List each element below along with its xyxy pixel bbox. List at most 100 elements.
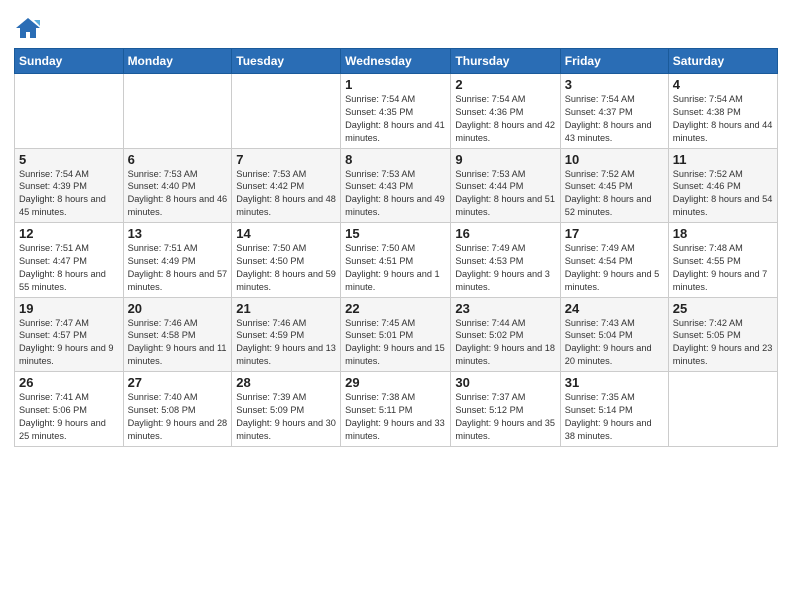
day-info: Sunrise: 7:52 AM Sunset: 4:45 PM Dayligh… xyxy=(565,168,664,220)
weekday-header-wednesday: Wednesday xyxy=(341,49,451,74)
day-number: 4 xyxy=(673,77,773,92)
logo xyxy=(14,14,46,42)
day-info: Sunrise: 7:38 AM Sunset: 5:11 PM Dayligh… xyxy=(345,391,446,443)
calendar-cell: 28Sunrise: 7:39 AM Sunset: 5:09 PM Dayli… xyxy=(232,372,341,447)
day-number: 27 xyxy=(128,375,228,390)
day-info: Sunrise: 7:51 AM Sunset: 4:49 PM Dayligh… xyxy=(128,242,228,294)
page: SundayMondayTuesdayWednesdayThursdayFrid… xyxy=(0,0,792,612)
calendar-cell: 21Sunrise: 7:46 AM Sunset: 4:59 PM Dayli… xyxy=(232,297,341,372)
day-number: 1 xyxy=(345,77,446,92)
calendar-cell: 18Sunrise: 7:48 AM Sunset: 4:55 PM Dayli… xyxy=(668,223,777,298)
day-number: 8 xyxy=(345,152,446,167)
weekday-header-row: SundayMondayTuesdayWednesdayThursdayFrid… xyxy=(15,49,778,74)
calendar-cell: 9Sunrise: 7:53 AM Sunset: 4:44 PM Daylig… xyxy=(451,148,560,223)
day-info: Sunrise: 7:52 AM Sunset: 4:46 PM Dayligh… xyxy=(673,168,773,220)
calendar-cell: 29Sunrise: 7:38 AM Sunset: 5:11 PM Dayli… xyxy=(341,372,451,447)
day-number: 16 xyxy=(455,226,555,241)
day-number: 17 xyxy=(565,226,664,241)
day-info: Sunrise: 7:43 AM Sunset: 5:04 PM Dayligh… xyxy=(565,317,664,369)
day-info: Sunrise: 7:40 AM Sunset: 5:08 PM Dayligh… xyxy=(128,391,228,443)
calendar-cell: 7Sunrise: 7:53 AM Sunset: 4:42 PM Daylig… xyxy=(232,148,341,223)
header xyxy=(14,10,778,42)
weekday-header-sunday: Sunday xyxy=(15,49,124,74)
calendar-cell: 1Sunrise: 7:54 AM Sunset: 4:35 PM Daylig… xyxy=(341,74,451,149)
day-info: Sunrise: 7:35 AM Sunset: 5:14 PM Dayligh… xyxy=(565,391,664,443)
calendar-cell: 14Sunrise: 7:50 AM Sunset: 4:50 PM Dayli… xyxy=(232,223,341,298)
calendar-cell: 15Sunrise: 7:50 AM Sunset: 4:51 PM Dayli… xyxy=(341,223,451,298)
day-number: 20 xyxy=(128,301,228,316)
calendar-cell: 31Sunrise: 7:35 AM Sunset: 5:14 PM Dayli… xyxy=(560,372,668,447)
weekday-header-saturday: Saturday xyxy=(668,49,777,74)
calendar-cell: 6Sunrise: 7:53 AM Sunset: 4:40 PM Daylig… xyxy=(123,148,232,223)
day-info: Sunrise: 7:49 AM Sunset: 4:53 PM Dayligh… xyxy=(455,242,555,294)
calendar-cell: 10Sunrise: 7:52 AM Sunset: 4:45 PM Dayli… xyxy=(560,148,668,223)
day-number: 10 xyxy=(565,152,664,167)
calendar-cell: 19Sunrise: 7:47 AM Sunset: 4:57 PM Dayli… xyxy=(15,297,124,372)
day-info: Sunrise: 7:51 AM Sunset: 4:47 PM Dayligh… xyxy=(19,242,119,294)
day-info: Sunrise: 7:39 AM Sunset: 5:09 PM Dayligh… xyxy=(236,391,336,443)
day-info: Sunrise: 7:54 AM Sunset: 4:39 PM Dayligh… xyxy=(19,168,119,220)
calendar-cell: 2Sunrise: 7:54 AM Sunset: 4:36 PM Daylig… xyxy=(451,74,560,149)
day-info: Sunrise: 7:50 AM Sunset: 4:51 PM Dayligh… xyxy=(345,242,446,294)
day-number: 21 xyxy=(236,301,336,316)
day-info: Sunrise: 7:45 AM Sunset: 5:01 PM Dayligh… xyxy=(345,317,446,369)
weekday-header-thursday: Thursday xyxy=(451,49,560,74)
day-number: 7 xyxy=(236,152,336,167)
calendar-cell: 27Sunrise: 7:40 AM Sunset: 5:08 PM Dayli… xyxy=(123,372,232,447)
day-number: 19 xyxy=(19,301,119,316)
day-number: 15 xyxy=(345,226,446,241)
day-info: Sunrise: 7:41 AM Sunset: 5:06 PM Dayligh… xyxy=(19,391,119,443)
calendar-cell: 22Sunrise: 7:45 AM Sunset: 5:01 PM Dayli… xyxy=(341,297,451,372)
day-info: Sunrise: 7:49 AM Sunset: 4:54 PM Dayligh… xyxy=(565,242,664,294)
weekday-header-friday: Friday xyxy=(560,49,668,74)
day-info: Sunrise: 7:53 AM Sunset: 4:44 PM Dayligh… xyxy=(455,168,555,220)
day-number: 25 xyxy=(673,301,773,316)
day-info: Sunrise: 7:54 AM Sunset: 4:37 PM Dayligh… xyxy=(565,93,664,145)
day-number: 23 xyxy=(455,301,555,316)
day-info: Sunrise: 7:53 AM Sunset: 4:40 PM Dayligh… xyxy=(128,168,228,220)
calendar-cell: 25Sunrise: 7:42 AM Sunset: 5:05 PM Dayli… xyxy=(668,297,777,372)
logo-icon xyxy=(14,14,42,42)
calendar-cell: 30Sunrise: 7:37 AM Sunset: 5:12 PM Dayli… xyxy=(451,372,560,447)
day-info: Sunrise: 7:53 AM Sunset: 4:42 PM Dayligh… xyxy=(236,168,336,220)
calendar-cell xyxy=(232,74,341,149)
day-number: 2 xyxy=(455,77,555,92)
day-info: Sunrise: 7:46 AM Sunset: 4:58 PM Dayligh… xyxy=(128,317,228,369)
calendar-week-2: 5Sunrise: 7:54 AM Sunset: 4:39 PM Daylig… xyxy=(15,148,778,223)
calendar-week-5: 26Sunrise: 7:41 AM Sunset: 5:06 PM Dayli… xyxy=(15,372,778,447)
day-number: 31 xyxy=(565,375,664,390)
day-info: Sunrise: 7:54 AM Sunset: 4:35 PM Dayligh… xyxy=(345,93,446,145)
day-number: 5 xyxy=(19,152,119,167)
calendar-week-4: 19Sunrise: 7:47 AM Sunset: 4:57 PM Dayli… xyxy=(15,297,778,372)
day-number: 28 xyxy=(236,375,336,390)
day-info: Sunrise: 7:37 AM Sunset: 5:12 PM Dayligh… xyxy=(455,391,555,443)
calendar-cell: 16Sunrise: 7:49 AM Sunset: 4:53 PM Dayli… xyxy=(451,223,560,298)
calendar-cell: 11Sunrise: 7:52 AM Sunset: 4:46 PM Dayli… xyxy=(668,148,777,223)
calendar-cell: 24Sunrise: 7:43 AM Sunset: 5:04 PM Dayli… xyxy=(560,297,668,372)
day-number: 11 xyxy=(673,152,773,167)
calendar-table: SundayMondayTuesdayWednesdayThursdayFrid… xyxy=(14,48,778,447)
calendar-cell: 20Sunrise: 7:46 AM Sunset: 4:58 PM Dayli… xyxy=(123,297,232,372)
calendar-cell xyxy=(668,372,777,447)
day-number: 24 xyxy=(565,301,664,316)
day-number: 30 xyxy=(455,375,555,390)
day-info: Sunrise: 7:47 AM Sunset: 4:57 PM Dayligh… xyxy=(19,317,119,369)
day-number: 13 xyxy=(128,226,228,241)
calendar-cell: 8Sunrise: 7:53 AM Sunset: 4:43 PM Daylig… xyxy=(341,148,451,223)
day-number: 12 xyxy=(19,226,119,241)
day-number: 22 xyxy=(345,301,446,316)
day-info: Sunrise: 7:44 AM Sunset: 5:02 PM Dayligh… xyxy=(455,317,555,369)
day-number: 3 xyxy=(565,77,664,92)
weekday-header-tuesday: Tuesday xyxy=(232,49,341,74)
day-info: Sunrise: 7:48 AM Sunset: 4:55 PM Dayligh… xyxy=(673,242,773,294)
calendar-week-1: 1Sunrise: 7:54 AM Sunset: 4:35 PM Daylig… xyxy=(15,74,778,149)
day-info: Sunrise: 7:46 AM Sunset: 4:59 PM Dayligh… xyxy=(236,317,336,369)
calendar-cell: 13Sunrise: 7:51 AM Sunset: 4:49 PM Dayli… xyxy=(123,223,232,298)
calendar-cell: 5Sunrise: 7:54 AM Sunset: 4:39 PM Daylig… xyxy=(15,148,124,223)
calendar-cell xyxy=(15,74,124,149)
calendar-cell: 17Sunrise: 7:49 AM Sunset: 4:54 PM Dayli… xyxy=(560,223,668,298)
calendar-cell: 12Sunrise: 7:51 AM Sunset: 4:47 PM Dayli… xyxy=(15,223,124,298)
calendar-cell: 3Sunrise: 7:54 AM Sunset: 4:37 PM Daylig… xyxy=(560,74,668,149)
day-number: 18 xyxy=(673,226,773,241)
day-info: Sunrise: 7:50 AM Sunset: 4:50 PM Dayligh… xyxy=(236,242,336,294)
